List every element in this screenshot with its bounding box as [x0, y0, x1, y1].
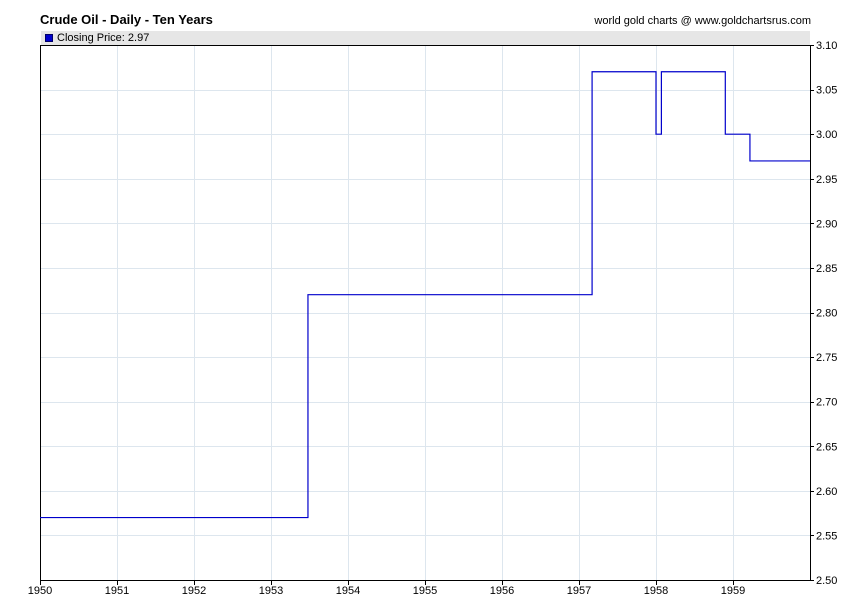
x-tick-label: 1959: [721, 585, 745, 597]
price-chart: 3.10 3.05 3.00 2.95 2.90 2.85 2.80 2.75 2.70 2.65…: [28, 40, 838, 597]
y-tick-label: 2.55: [816, 530, 837, 542]
y-tick-label: 2.65: [816, 441, 837, 453]
y-tick-label: 2.75: [816, 352, 837, 364]
y-tick-label: 2.95: [816, 174, 837, 186]
x-tick-label: 1952: [182, 585, 206, 597]
y-tick-label: 2.80: [816, 308, 837, 320]
x-tick-label: 1951: [105, 585, 129, 597]
y-tick-label: 2.60: [816, 486, 837, 498]
x-tick-label: 1956: [490, 585, 514, 597]
y-tick-label: 3.00: [816, 129, 837, 141]
y-tick-label: 3.05: [816, 85, 837, 97]
y-tick-label: 2.50: [816, 575, 837, 587]
x-tick-label: 1957: [567, 585, 591, 597]
y-tick-label: 2.90: [816, 218, 837, 230]
x-tick-label: 1958: [644, 585, 668, 597]
x-tick-label: 1954: [336, 585, 360, 597]
x-tick-label: 1953: [259, 585, 283, 597]
y-tick-label: 2.70: [816, 397, 837, 409]
y-tick-label: 2.85: [816, 263, 837, 275]
x-tick-label: 1955: [413, 585, 437, 597]
x-tick-label: 1950: [28, 585, 52, 597]
y-tick-label: 3.10: [816, 40, 837, 52]
